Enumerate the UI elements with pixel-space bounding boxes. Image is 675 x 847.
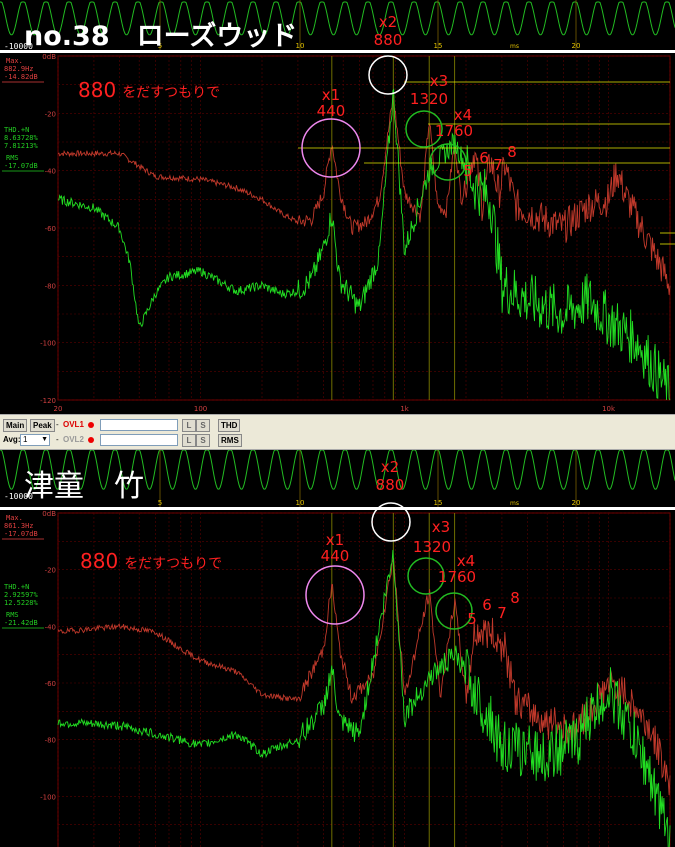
x-tick-label: 1k <box>400 405 409 413</box>
bottom-max-freq: 861.3Hz <box>4 522 34 530</box>
bottom-x2-label: x2 <box>381 458 399 476</box>
bottom-thd-label: THD.+N <box>4 583 29 591</box>
x1-freq: 440 <box>317 102 346 120</box>
scope-tick-label: 15 <box>434 42 443 50</box>
y-tick-label: -80 <box>45 282 56 290</box>
bottom-max-level: -17.07dB <box>4 530 38 538</box>
top-max-level: -14.82dB <box>4 73 38 81</box>
ovl1-led-icon <box>88 422 94 428</box>
level-meter-1 <box>100 419 178 431</box>
avg-value: 1 <box>23 435 28 444</box>
bottom-h8-label: 8 <box>510 589 520 607</box>
top-rms-value: -17.07dB <box>4 162 38 170</box>
top-title: no.38 ローズウッド <box>24 20 297 52</box>
y-tick-label: 0dB <box>42 53 56 61</box>
x2-freq: 880 <box>374 31 403 49</box>
y-tick-label: -40 <box>45 623 56 631</box>
scope-tick-label: 15 <box>434 499 443 507</box>
s-button-1[interactable]: S <box>196 419 210 432</box>
rms-button[interactable]: RMS <box>218 434 242 447</box>
h5-label: 5 <box>463 162 473 180</box>
top-max-freq: 882.9Hz <box>4 65 34 73</box>
ovl2-led-icon <box>88 437 94 443</box>
h7-label: 7 <box>493 156 503 174</box>
x2-label: x2 <box>379 13 397 31</box>
peak-button[interactable]: Peak <box>30 419 55 432</box>
y-tick-label: -40 <box>45 168 56 176</box>
s-button-2[interactable]: S <box>196 434 210 447</box>
top-thd-1: 8.63728% <box>4 134 39 142</box>
top-thd-2: 7.81213% <box>4 142 39 150</box>
y-tick-label: -80 <box>45 737 56 745</box>
scope-unit-label: ms <box>510 500 519 507</box>
avg-label: Avg: <box>3 435 21 444</box>
main-button[interactable]: Main <box>3 419 28 432</box>
bottom-thd-2: 12.5228% <box>4 599 39 607</box>
y-tick-label: 0dB <box>42 510 56 518</box>
bottom-x3-label: x3 <box>432 518 450 536</box>
ovl1-label: OVL1 <box>63 420 84 429</box>
bottom-thd-1: 2.92597% <box>4 591 39 599</box>
bottom-rms-label: RMS <box>6 611 19 619</box>
dash-2: - <box>56 435 59 444</box>
l-button-2[interactable]: L <box>182 434 196 447</box>
x-tick-label: 20 <box>54 405 63 413</box>
bottom-x3-freq: 1320 <box>413 538 451 556</box>
scope-tick-label: 10 <box>296 499 305 507</box>
top-thd-label: THD.+N <box>4 126 29 134</box>
chevron-down-icon: ▼ <box>41 436 48 443</box>
control-bar: Main Peak - OVL1 L S THD Avg: 1 ▼ - OVL2… <box>0 414 675 450</box>
bottom-rms-value: -21.42dB <box>4 619 38 627</box>
h8-label: 8 <box>507 143 517 161</box>
top-rms-label: RMS <box>6 154 19 162</box>
top-max-label: Max. <box>6 57 23 65</box>
l-button-1[interactable]: L <box>182 419 196 432</box>
bottom-x2-freq: 880 <box>376 476 405 494</box>
y-tick-label: -120 <box>40 397 56 405</box>
level-meter-2 <box>100 434 178 446</box>
x3-label: x3 <box>430 72 448 90</box>
scope-unit-label: ms <box>510 43 519 50</box>
avg-select[interactable]: 1 ▼ <box>20 434 50 446</box>
y-tick-label: -100 <box>40 340 56 348</box>
bottom-title: 津童 竹 <box>24 469 144 504</box>
scope-tick-label: 5 <box>158 499 162 507</box>
y-tick-label: -20 <box>45 110 56 118</box>
x4-freq: 1760 <box>435 122 473 140</box>
thd-button[interactable]: THD <box>218 419 241 432</box>
scope-tick-label: 20 <box>572 499 581 507</box>
y-tick-label: -20 <box>45 567 56 575</box>
bottom-h5-label: 5 <box>467 610 477 628</box>
x-tick-label: 100 <box>194 405 207 413</box>
top-panel-bg <box>0 0 675 414</box>
bottom-h6-label: 6 <box>482 596 492 614</box>
scope-tick-label: 20 <box>572 42 581 50</box>
bottom-x1-freq: 440 <box>321 547 350 565</box>
bottom-x4-freq: 1760 <box>438 568 476 586</box>
y-tick-label: -60 <box>45 680 56 688</box>
y-tick-label: -100 <box>40 793 56 801</box>
ovl2-label: OVL2 <box>63 435 84 444</box>
bottom-h7-label: 7 <box>497 604 507 622</box>
dash-1: - <box>56 420 59 429</box>
x-tick-label: 10k <box>602 405 616 413</box>
y-tick-label: -60 <box>45 225 56 233</box>
h6-label: 6 <box>479 149 489 167</box>
x3-freq: 1320 <box>410 90 448 108</box>
bottom-max-label: Max. <box>6 514 23 522</box>
